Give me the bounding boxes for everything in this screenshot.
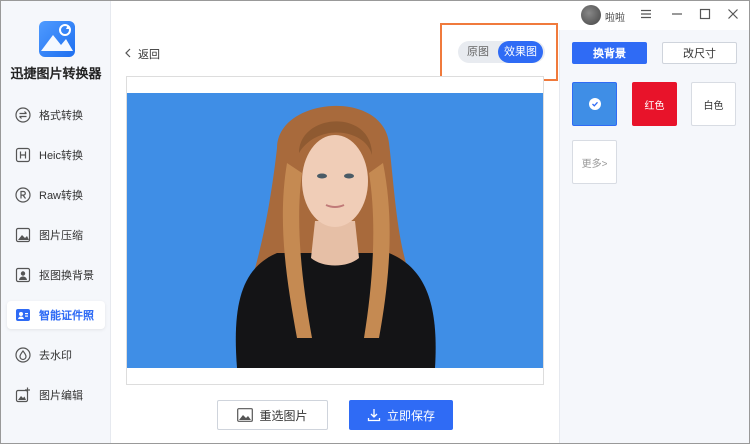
toggle-original[interactable]: 原图 [458, 41, 498, 63]
toggle-effect[interactable]: 效果图 [498, 41, 543, 63]
tab-change-size[interactable]: 改尺寸 [662, 42, 737, 64]
maximize-icon[interactable] [698, 7, 712, 21]
download-icon [367, 408, 381, 422]
sidebar-item-label: 图片编辑 [39, 390, 83, 402]
sidebar-nav: 格式转换 Heic转换 Raw转换 图片压缩 抠图换背景 智能证件照 去水印 图… [1, 101, 111, 421]
options-panel: 换背景 改尺寸 红色 白色 更多> [559, 30, 749, 443]
save-now-label: 立即保存 [386, 408, 435, 423]
preview-photo [127, 93, 543, 368]
save-now-button[interactable]: 立即保存 [349, 400, 453, 430]
sidebar-item-remove-watermark[interactable]: 去水印 [7, 341, 105, 369]
swatch-blue[interactable] [572, 82, 617, 126]
title-bar: 啦啦 [112, 1, 749, 29]
sidebar-item-cutout-background[interactable]: 抠图换背景 [7, 261, 105, 289]
sidebar-item-raw-convert[interactable]: Raw转换 [7, 181, 105, 209]
sidebar-item-format-convert[interactable]: 格式转换 [7, 101, 105, 129]
raw-icon [15, 187, 31, 203]
image-icon [237, 408, 254, 422]
menu-icon[interactable] [639, 7, 653, 21]
sidebar-item-label: 去水印 [39, 350, 72, 362]
reselect-image-button[interactable]: 重选图片 [217, 400, 328, 430]
tab-change-background[interactable]: 换背景 [572, 42, 647, 64]
chevron-left-icon [124, 47, 132, 61]
id-photo-icon [15, 307, 31, 323]
sidebar-item-heic-convert[interactable]: Heic转换 [7, 141, 105, 169]
sidebar-item-label: Heic转换 [39, 150, 84, 162]
sidebar-item-label: Raw转换 [39, 190, 84, 202]
app-name: 迅捷图片转换器 [10, 66, 102, 81]
sidebar-item-label: 智能证件照 [39, 310, 94, 322]
swatch-red[interactable]: 红色 [632, 82, 677, 126]
back-label: 返回 [138, 49, 160, 61]
avatar[interactable] [581, 5, 601, 25]
minimize-icon[interactable] [670, 7, 684, 21]
convert-icon [15, 107, 31, 123]
cutout-icon [15, 267, 31, 283]
reselect-image-label: 重选图片 [259, 408, 308, 423]
check-icon [588, 98, 601, 110]
more-colors-button[interactable]: 更多> [572, 140, 617, 184]
compress-icon [15, 227, 31, 243]
sidebar-item-label: 抠图换背景 [39, 270, 94, 282]
sidebar-item-label: 图片压缩 [39, 230, 83, 242]
sidebar: 迅捷图片转换器 格式转换 Heic转换 Raw转换 图片压缩 抠图换背景 智能证… [1, 1, 111, 443]
close-icon[interactable] [726, 7, 740, 21]
sidebar-item-label: 格式转换 [39, 110, 83, 122]
sidebar-item-image-edit[interactable]: 图片编辑 [7, 381, 105, 409]
sidebar-item-image-compress[interactable]: 图片压缩 [7, 221, 105, 249]
edit-image-icon [15, 387, 31, 403]
username[interactable]: 啦啦 [605, 9, 625, 24]
watermark-icon [15, 347, 31, 363]
back-button[interactable]: 返回 [124, 46, 160, 62]
view-toggle: 原图 效果图 [458, 41, 545, 63]
sidebar-item-smart-id-photo[interactable]: 智能证件照 [7, 301, 105, 329]
heic-icon [15, 147, 31, 163]
image-canvas [126, 76, 544, 385]
swatch-white[interactable]: 白色 [691, 82, 736, 126]
app-logo [39, 21, 75, 57]
